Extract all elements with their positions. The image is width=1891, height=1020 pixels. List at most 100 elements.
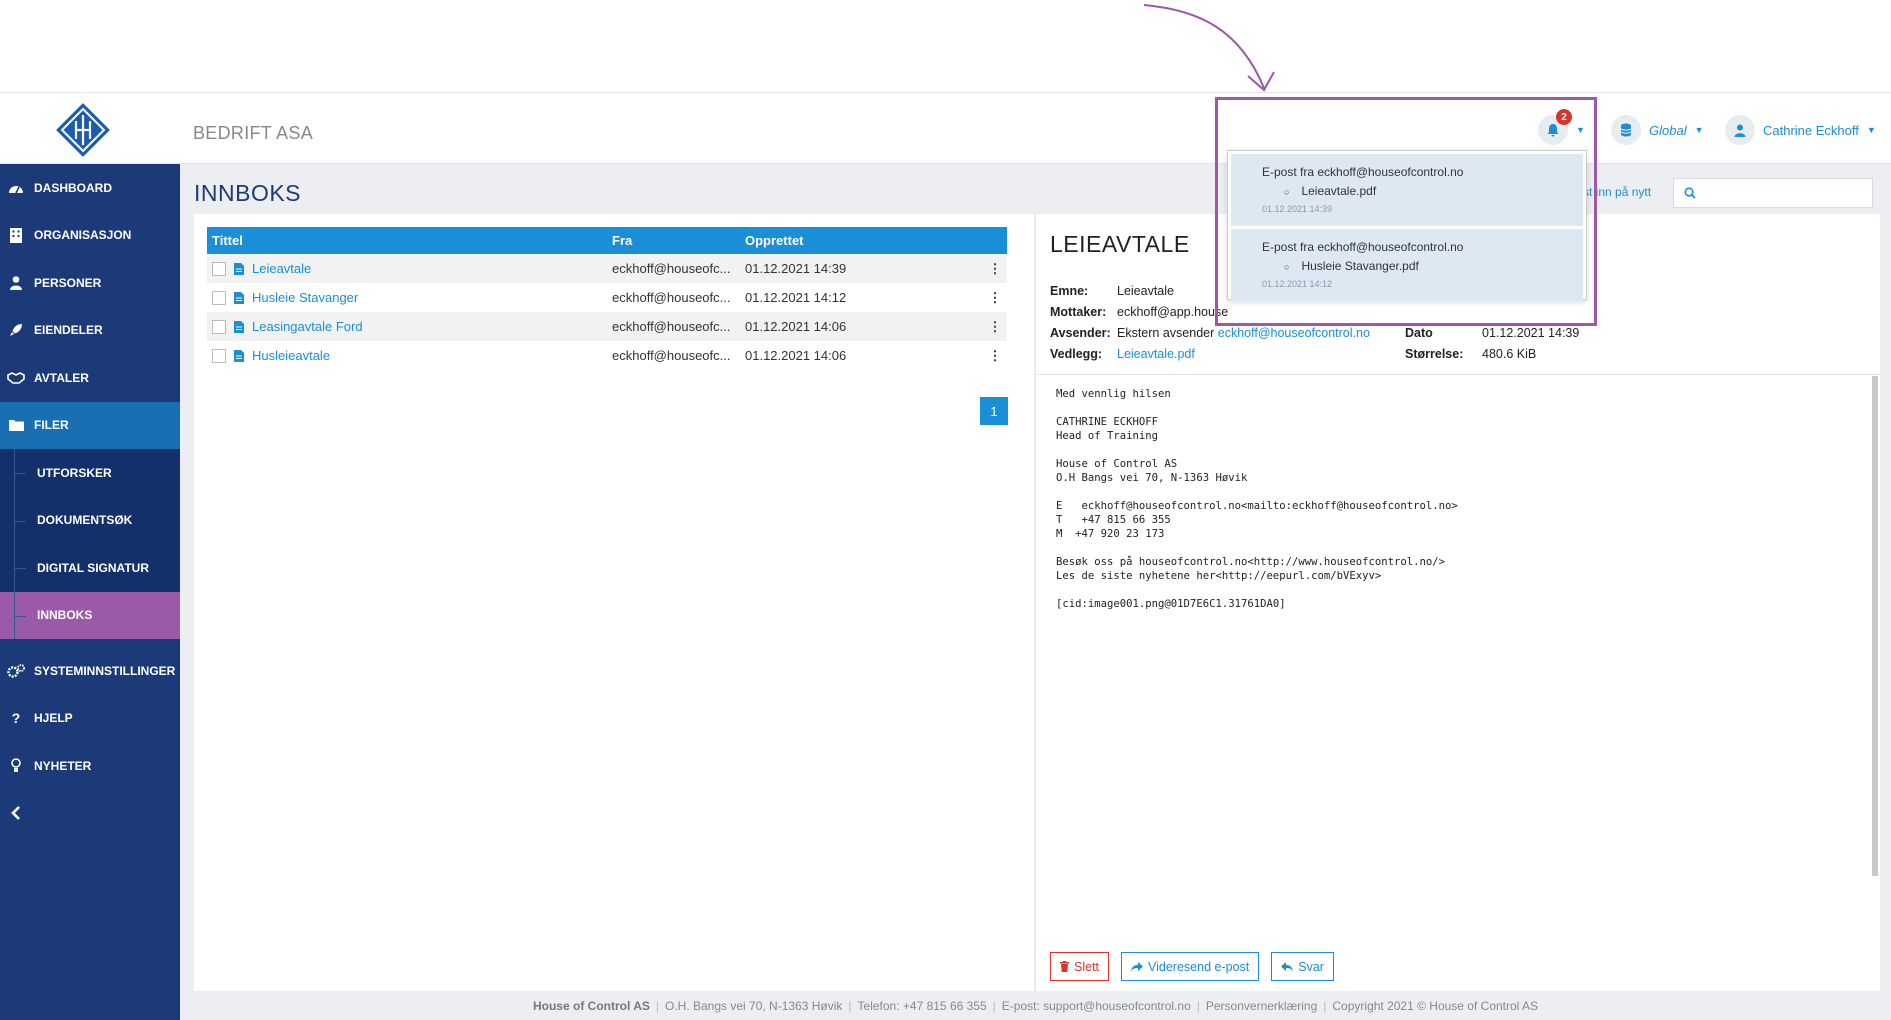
trash-icon (1060, 961, 1069, 972)
row-from: eckhoff@houseofc... (612, 290, 731, 305)
gears-icon (6, 663, 26, 679)
file-title-link[interactable]: Husleieavtale (252, 348, 330, 363)
file-icon (234, 291, 244, 304)
sidebar-item-label: DOKUMENTSØK (37, 513, 133, 528)
scope-selector-button[interactable]: Global ▼ (1611, 115, 1704, 145)
pagination-page-button[interactable]: 1 (980, 397, 1008, 425)
annotation-arrow-icon (1143, 4, 1275, 92)
meta-emne: Emne: Leieavtale (1050, 284, 1174, 298)
company-logo-icon (56, 103, 110, 157)
meta-avsender: Avsender: Ekstern avsender eckhoff@houseo… (1050, 326, 1370, 340)
row-checkbox[interactable] (212, 261, 226, 276)
sidebar-subitem-utforsker[interactable]: UTFORSKER (0, 449, 180, 497)
user-name: Cathrine Eckhoff (1763, 122, 1859, 138)
column-header-created[interactable]: Opprettet (740, 227, 977, 254)
user-menu-button[interactable]: Cathrine Eckhoff ▼ (1725, 115, 1876, 145)
meta-mottaker: Mottaker: eckhoff@app.house (1050, 305, 1229, 319)
question-icon: ? (11, 710, 21, 727)
row-created: 01.12.2021 14:06 (740, 312, 977, 341)
footer-copyright: Copyright 2021 © House of Control AS (1332, 999, 1539, 1013)
attachment-link[interactable]: Leieavtale.pdf (1117, 347, 1195, 361)
sidebar-item-personer[interactable]: PERSONER (0, 259, 180, 307)
sidebar-item-hjelp[interactable]: ? HJELP (0, 695, 180, 743)
footer-phone: Telefon: +47 815 66 355 (857, 999, 987, 1013)
row-menu-icon[interactable]: ⋮ (977, 254, 1007, 283)
sidebar-item-label: DIGITAL SIGNATUR (37, 560, 149, 575)
column-header-title[interactable]: Tittel (207, 227, 607, 254)
sidebar-item-label: EIENDELER (34, 323, 103, 338)
scrollbar[interactable] (1872, 376, 1878, 876)
forward-icon (1131, 961, 1144, 972)
file-title-link[interactable]: Husleie Stavanger (252, 290, 358, 305)
footer-company: House of Control AS (532, 999, 650, 1013)
sidebar-item-avtaler[interactable]: AVTALER (0, 354, 180, 402)
annotation-area (0, 0, 1891, 92)
row-from: eckhoff@houseofc... (607, 254, 740, 283)
sidebar-item-filer[interactable]: FILER (0, 401, 180, 449)
footer-address: O.H. Bangs vei 70, N-1363 Høvik (665, 999, 843, 1013)
sidebar-subitem-innboks[interactable]: INNBOKS (0, 591, 180, 639)
table-row[interactable]: Leieavtale eckhoff@houseofc... 01.12.202… (207, 254, 1007, 283)
sidebar-item-systeminnstillinger[interactable]: SYSTEMINNSTILLINGER (0, 647, 180, 695)
file-icon (234, 349, 244, 362)
filer-submenu: UTFORSKER DOKUMENTSØK DIGITAL SIGNATUR I… (0, 449, 180, 639)
table-header-row: Tittel Fra Opprettet (207, 227, 1007, 254)
chevron-down-icon: ▼ (1866, 125, 1876, 135)
sidebar-item-label: DASHBOARD (34, 180, 112, 195)
row-created: 01.12.2021 14:12 (745, 290, 847, 305)
meta-vedlegg: Vedlegg: Leieavtale.pdf (1050, 347, 1195, 361)
sidebar-item-label: FILER (34, 418, 69, 433)
inbox-table: Tittel Fra Opprettet Leieavtale eckhoff@… (207, 227, 1007, 370)
sidebar-item-dashboard[interactable]: DASHBOARD (0, 164, 180, 212)
user-icon (1734, 124, 1746, 137)
top-header: BEDRIFT ASA 2 ▼ Global ▼ Cathrine Eckhof… (0, 92, 1891, 164)
file-icon (234, 262, 244, 275)
handshake-icon (6, 370, 26, 386)
reply-button[interactable]: Svar (1271, 952, 1334, 981)
file-title-link[interactable]: Leieavtale (252, 261, 311, 276)
footer: House of Control AS | O.H. Bangs vei 70, N… (180, 995, 1891, 1020)
forward-email-button[interactable]: Videresend e-post (1121, 952, 1260, 981)
row-checkbox[interactable] (212, 348, 226, 363)
search-input[interactable] (1702, 185, 1862, 201)
meta-storrelse: Størrelse: 480.6 KiB (1405, 347, 1537, 361)
main-content: INNBOKS st inn på nytt Tittel Fra Oppret… (180, 164, 1891, 1020)
sidebar-item-label: PERSONER (34, 275, 102, 290)
inbox-list-panel: Tittel Fra Opprettet Leieavtale eckhoff@… (194, 214, 1034, 991)
row-from: eckhoff@houseofc... (607, 312, 740, 341)
file-title-link[interactable]: Leasingavtale Ford (252, 319, 363, 334)
sidebar-subitem-digital-signatur[interactable]: DIGITAL SIGNATUR (0, 544, 180, 592)
email-title: LEIEAVTALE (1050, 231, 1190, 257)
chevron-down-icon: ▼ (1694, 125, 1704, 135)
sidebar-item-eiendeler[interactable]: EIENDELER (0, 307, 180, 355)
table-row[interactable]: Leasingavtale Ford eckhoff@houseofc... 0… (207, 312, 1007, 341)
divider (1036, 374, 1881, 375)
table-row[interactable]: Husleie Stavanger eckhoff@houseofc... 01… (207, 283, 1007, 312)
sender-email-link[interactable]: eckhoff@houseofcontrol.no (1218, 326, 1370, 340)
page-title: INNBOKS (194, 180, 302, 206)
row-checkbox[interactable] (212, 290, 226, 305)
row-menu-icon[interactable]: ⋮ (977, 341, 1007, 370)
file-icon (234, 320, 244, 333)
search-box (1673, 178, 1873, 208)
sidebar-item-label: UTFORSKER (37, 465, 112, 480)
row-menu-icon[interactable]: ⋮ (977, 312, 1007, 341)
table-row[interactable]: Husleieavtale eckhoff@houseofc... 01.12.… (207, 341, 1007, 370)
row-created: 01.12.2021 14:06 (745, 348, 847, 363)
sidebar-item-organisasjon[interactable]: ORGANISASJON (0, 212, 180, 260)
sidebar-item-label: AVTALER (34, 370, 89, 385)
sidebar-item-label: INNBOKS (37, 608, 93, 623)
sidebar-item-nyheter[interactable]: NYHETER (0, 742, 180, 790)
sidebar-subitem-dokumentsok[interactable]: DOKUMENTSØK (0, 496, 180, 545)
delete-button[interactable]: Slett (1050, 952, 1110, 981)
footer-privacy-link[interactable]: Personvernerklæring (1206, 999, 1317, 1013)
row-menu-icon[interactable]: ⋮ (977, 283, 1007, 312)
search-icon (1684, 187, 1696, 199)
sidebar-collapse-button[interactable] (0, 790, 180, 838)
person-icon (6, 275, 26, 291)
email-detail-panel: LEIEAVTALE Emne: Leieavtale Mottaker: eckh… (1035, 214, 1881, 991)
sidebar-item-label: ORGANISASJON (34, 228, 132, 243)
row-checkbox[interactable] (212, 319, 226, 334)
column-header-from[interactable]: Fra (607, 227, 740, 254)
sidebar-item-label: HJELP (34, 711, 73, 726)
